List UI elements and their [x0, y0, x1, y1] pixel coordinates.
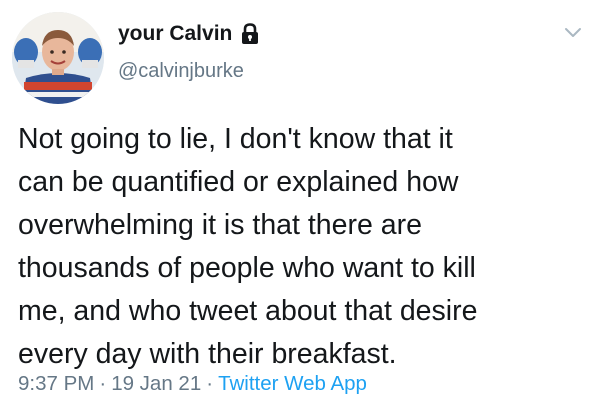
- tweet-text-line: every day with their breakfast.: [18, 338, 397, 370]
- meta-separator: ·: [99, 372, 107, 395]
- tweet-text-line: me, and who tweet about that desire: [18, 295, 478, 327]
- tweet-text-line: thousands of people who want to kill: [18, 252, 476, 284]
- lock-icon: [240, 23, 260, 45]
- meta-separator: ·: [206, 372, 214, 395]
- tweet-time[interactable]: 9:37 PM: [18, 372, 94, 395]
- tweet-meta: 9:37 PM · 19 Jan 21 · Twitter Web App: [18, 372, 367, 396]
- avatar[interactable]: [12, 12, 104, 104]
- chevron-down-icon[interactable]: [564, 26, 582, 38]
- tweet-card: your Calvin @calvinjburke Not going to l…: [0, 0, 600, 417]
- tweet-text: Not going to lie, I don't know that it c…: [18, 118, 588, 376]
- author-name-row[interactable]: your Calvin: [118, 22, 260, 46]
- tweet-text-line: can be quantified or explained how: [18, 166, 459, 198]
- tweet-text-line: Not going to lie, I don't know that it: [18, 123, 453, 155]
- display-name[interactable]: your Calvin: [118, 22, 232, 46]
- handle[interactable]: @calvinjburke: [118, 60, 244, 83]
- tweet-date[interactable]: 19 Jan 21: [111, 372, 201, 395]
- tweet-text-line: overwhelming it is that there are: [18, 209, 422, 241]
- avatar-image: [12, 12, 104, 104]
- tweet-source-link[interactable]: Twitter Web App: [218, 372, 367, 395]
